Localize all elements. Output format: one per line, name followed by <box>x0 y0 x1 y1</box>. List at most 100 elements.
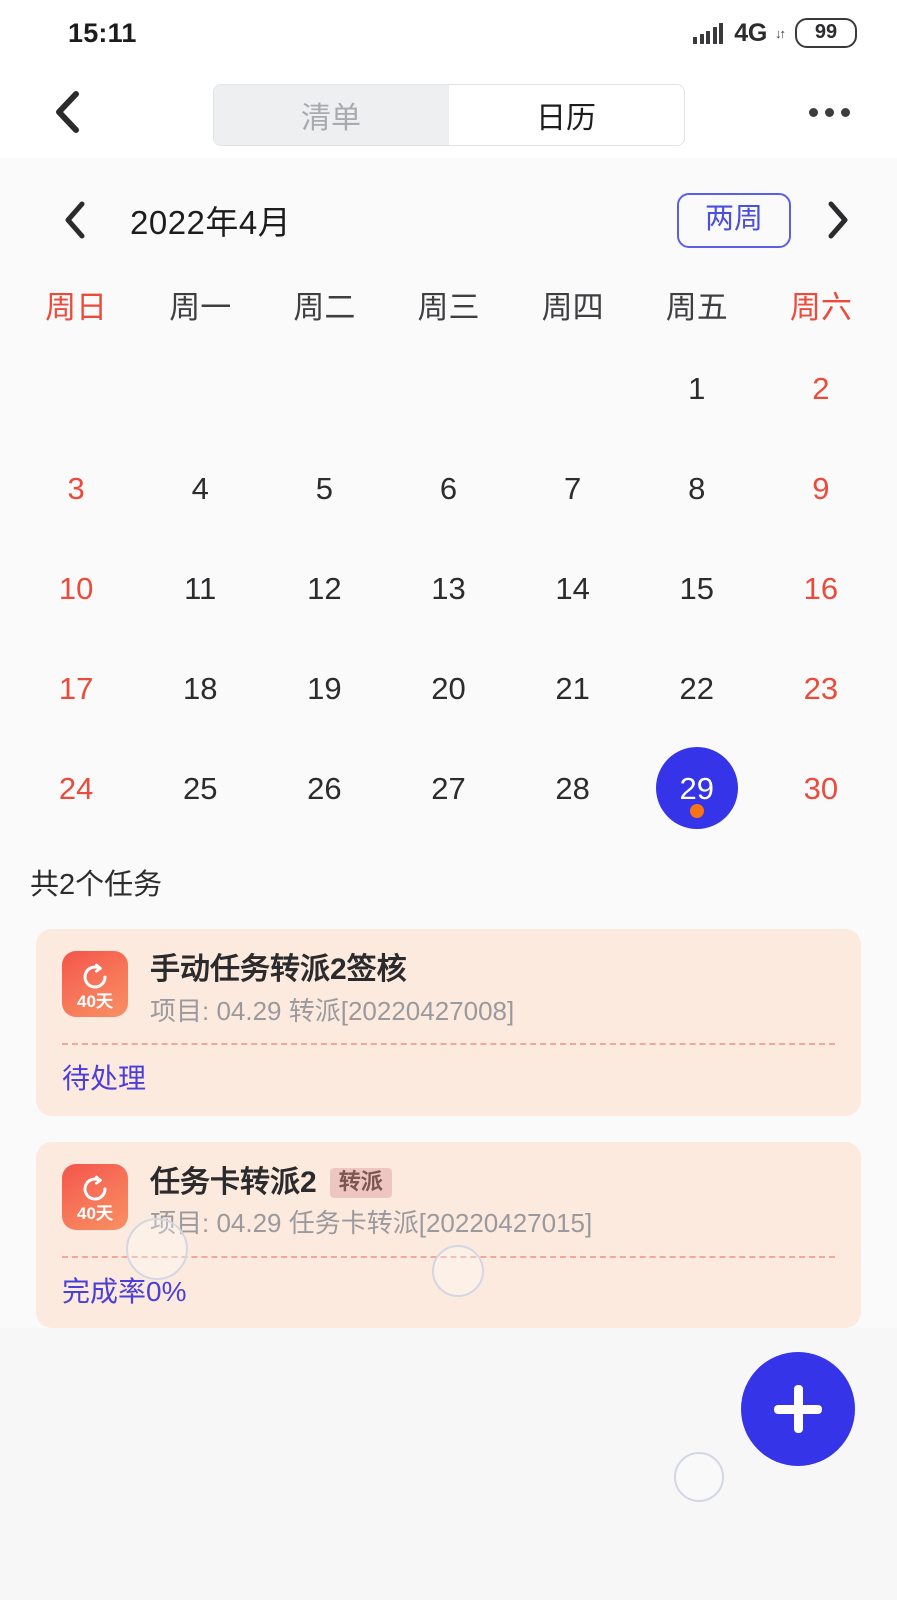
navigation-bar: 清单 日历 <box>0 66 897 158</box>
task-type-badge: 转派 <box>329 1167 392 1198</box>
weekday-label-thu: 周四 <box>541 290 604 325</box>
tab-calendar-view[interactable]: 日历 <box>448 85 684 145</box>
chevron-right-icon <box>828 201 848 239</box>
calendar-day-number: 20 <box>431 670 466 706</box>
countdown-timer-icon: 40天 <box>62 1163 128 1230</box>
calendar-day-cell[interactable]: 21 <box>511 649 635 727</box>
calendar-day-number: 25 <box>182 770 218 806</box>
calendar-month-title: 2022年4月 <box>130 204 292 241</box>
status-bar-time: 15:11 <box>68 17 137 48</box>
calendar-day-cell[interactable]: 12 <box>262 549 386 627</box>
calendar-day-cell[interactable]: 11 <box>138 549 262 627</box>
calendar-day-number: 10 <box>58 570 94 606</box>
task-status-label: 待处理 <box>62 1063 147 1095</box>
weekday-label-mon: 周一 <box>169 290 232 325</box>
weekday-label-fri: 周五 <box>665 290 728 325</box>
plus-icon <box>793 1385 803 1433</box>
calendar-day-cell[interactable]: 18 <box>138 649 262 727</box>
calendar-day-cell[interactable]: 10 <box>14 549 138 627</box>
weekday-header-row: 周日 周一 周二 周三 周四 周五 周六 <box>0 282 897 327</box>
calendar-day-cell[interactable]: 29 <box>635 747 759 829</box>
calendar-day-number: 3 <box>67 470 85 506</box>
calendar-day-number: 7 <box>564 470 582 506</box>
calendar-day-number: 30 <box>803 770 839 806</box>
calendar-day-number: 1 <box>688 370 706 406</box>
task-title: 任务卡转派2 <box>150 1165 317 1199</box>
countdown-timer-icon: 40天 <box>62 951 128 1017</box>
task-card-divider <box>62 1043 835 1046</box>
more-horizontal-icon-dot <box>824 107 834 117</box>
task-card-text: 手动任务转派2签核项目: 04.29 转派[20220427008] <box>150 951 835 1027</box>
task-subtitle: 项目: 04.29 转派[20220427008] <box>150 995 515 1026</box>
weekday-label-sat: 周六 <box>789 290 852 325</box>
calendar-day-cell[interactable]: 16 <box>759 549 883 627</box>
countdown-arrow-glyph <box>80 962 110 992</box>
more-horizontal-icon-dot <box>808 107 818 117</box>
calendar-day-cell[interactable]: 27 <box>386 749 510 827</box>
calendar-day-number: 15 <box>679 570 715 606</box>
calendar-day-cell[interactable]: 25 <box>138 749 262 827</box>
calendar-day-cell[interactable]: 13 <box>386 549 510 627</box>
calendar-day-number: 6 <box>439 470 458 506</box>
calendar-day-cell[interactable]: 24 <box>14 749 138 827</box>
signal-bars-icon <box>693 22 724 44</box>
calendar-day-number: 13 <box>431 570 466 606</box>
calendar-day-cell[interactable]: 15 <box>635 549 759 627</box>
tab-list-view[interactable]: 清单 <box>213 85 449 145</box>
weekday-label-wed: 周三 <box>417 290 480 325</box>
calendar-week-row: 24 25 26 27 28 29 30 <box>0 747 897 829</box>
previous-month-button[interactable] <box>50 195 100 245</box>
calendar-day-cell[interactable]: 2 <box>759 349 883 427</box>
calendar-day-cell[interactable]: 1 <box>635 349 759 427</box>
calendar-day-number: 16 <box>803 570 839 606</box>
more-options-button[interactable] <box>797 85 861 139</box>
calendar-week-row: 12 <box>0 349 897 427</box>
task-card-text: 任务卡转派2 转派项目: 04.29 任务卡转派[20220427015] <box>150 1164 835 1240</box>
weekday-label-sun: 周日 <box>45 290 108 325</box>
add-task-fab[interactable] <box>741 1352 855 1466</box>
task-count-label: 共2个任务 <box>0 827 897 903</box>
calendar-day-number: 26 <box>307 770 342 806</box>
task-card[interactable]: 40天 任务卡转派2 转派 项目: 04.29 任务卡转派[20220427015] 完… <box>36 1141 861 1329</box>
next-month-button[interactable] <box>813 195 863 245</box>
calendar-date-grid: 1 2 3 4 5 6 7 8 9 10 11 12 13 14 15 16 17 18 19 20 21 22 23 24 2… <box>0 349 897 829</box>
range-toggle-button[interactable]: 两周 <box>676 192 791 248</box>
task-title-row: 手动任务转派2签核 <box>150 952 835 989</box>
more-horizontal-icon-dot <box>840 107 850 117</box>
calendar-day-cell[interactable]: 20 <box>386 649 510 727</box>
calendar-panel: 2022年4月 两周 周日 周一 周二 周三 周四 周五 周六 12345678… <box>0 158 897 829</box>
chevron-left-icon <box>56 91 79 133</box>
countdown-arrow-glyph <box>80 1174 110 1204</box>
calendar-day-cell[interactable]: 3 <box>14 449 138 527</box>
calendar-day-cell[interactable]: 7 <box>511 449 635 527</box>
calendar-day-cell[interactable]: 23 <box>759 649 883 727</box>
network-type-label: 4G <box>734 18 767 47</box>
calendar-day-number: 21 <box>555 670 590 706</box>
calendar-day-cell[interactable]: 5 <box>262 449 386 527</box>
back-button[interactable] <box>40 85 94 139</box>
calendar-day-cell[interactable]: 6 <box>386 449 510 527</box>
task-subtitle: 项目: 04.29 任务卡转派[20220427015] <box>150 1208 593 1239</box>
calendar-day-cell[interactable]: 28 <box>511 749 635 827</box>
calendar-day-number: 9 <box>812 470 830 506</box>
calendar-week-row: 17 18 19 20 21 22 23 <box>0 649 897 727</box>
day-event-dot <box>689 804 704 818</box>
calendar-day-cell[interactable]: 4 <box>138 449 262 527</box>
weekday-label-tue: 周二 <box>293 290 356 325</box>
calendar-day-cell[interactable]: 22 <box>635 649 759 727</box>
calendar-day-cell[interactable]: 30 <box>759 749 883 827</box>
calendar-day-number: 18 <box>182 670 218 706</box>
calendar-day-cell[interactable]: 14 <box>511 549 635 627</box>
calendar-day-number: 28 <box>555 770 590 806</box>
calendar-day-cell[interactable]: 9 <box>759 449 883 527</box>
calendar-day-number: 24 <box>58 770 94 806</box>
calendar-day-cell[interactable]: 8 <box>635 449 759 527</box>
touch-indicator-ring <box>674 1452 724 1502</box>
task-card[interactable]: 40天 手动任务转派2签核项目: 04.29 转派[20220427008] 待处理 <box>36 929 861 1116</box>
calendar-day-cell[interactable]: 17 <box>14 649 138 727</box>
calendar-day-cell[interactable]: 26 <box>262 749 386 827</box>
calendar-day-cell[interactable]: 19 <box>262 649 386 727</box>
view-mode-segmented-control[interactable]: 清单 日历 <box>212 84 685 146</box>
calendar-day-number: 4 <box>191 470 209 506</box>
calendar-day-number: 22 <box>679 670 715 706</box>
